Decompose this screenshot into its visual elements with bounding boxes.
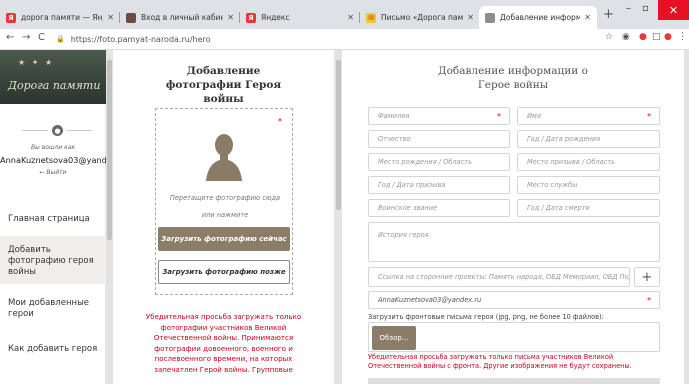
window-close-icon[interactable]: ✕ bbox=[658, 0, 689, 20]
required-asterisk: * bbox=[647, 112, 651, 121]
menu-dots-icon[interactable]: ⋮ bbox=[678, 32, 687, 42]
tab-close-icon[interactable]: ✕ bbox=[584, 13, 591, 22]
drop-hint: Перетащите фотографию сюда bbox=[169, 194, 281, 202]
tab-close-icon[interactable]: ✕ bbox=[467, 13, 474, 22]
photo-panel-title: Добавление фотографии Героя войны bbox=[165, 65, 282, 105]
sidebar-item-my-heroes[interactable]: Мои добавленные герои bbox=[0, 296, 106, 320]
logged-in-label: Вы вошли как bbox=[30, 144, 76, 151]
tab-title: Яндекс bbox=[261, 13, 290, 22]
upload-now-button[interactable]: Загрузить фотографию сейчас bbox=[158, 227, 290, 251]
reload-icon[interactable]: C bbox=[38, 32, 45, 43]
photo-panel-scrollbar[interactable] bbox=[336, 60, 341, 210]
rank-field[interactable]: Воинское звание bbox=[368, 199, 510, 217]
yandex-favicon-icon: Я bbox=[246, 12, 256, 23]
required-asterisk: * bbox=[497, 112, 501, 121]
required-asterisk: * bbox=[278, 117, 282, 126]
url-field[interactable]: 🔒 https://foto.pamyat-naroda.ru/hero bbox=[56, 31, 586, 47]
sidebar-item-how-to[interactable]: Как добавить героя bbox=[0, 344, 106, 355]
tab-close-icon[interactable]: ✕ bbox=[347, 13, 354, 22]
logout-link[interactable]: ← Выйти bbox=[0, 169, 106, 176]
photo-drop-zone[interactable]: * Перетащите фотографию сюда или нажмите… bbox=[155, 108, 293, 295]
mail-favicon-icon: ✉ bbox=[366, 12, 376, 23]
name-field[interactable]: Имя * bbox=[517, 107, 660, 125]
service-place-field[interactable]: Место службы bbox=[517, 176, 660, 194]
site-favicon-icon bbox=[126, 12, 136, 23]
add-link-plus-icon[interactable]: + bbox=[634, 267, 660, 287]
birth-date-field[interactable]: Год / Дата рождения bbox=[517, 130, 660, 148]
death-date-field[interactable]: Год / Дата смерти bbox=[517, 199, 660, 217]
tab-title: Вход в личный кабинет bbox=[141, 13, 224, 22]
gutter bbox=[684, 50, 689, 384]
history-textarea[interactable]: История героя bbox=[368, 222, 660, 262]
address-bar: ← → C 🔒 https://foto.pamyat-naroda.ru/he… bbox=[0, 29, 689, 50]
browser-tab[interactable]: Я Яндекс ✕ bbox=[240, 6, 360, 29]
yandex-favicon-icon: Я bbox=[6, 12, 16, 23]
sidebar-item-add-photo[interactable]: Добавить фотографию героя войны bbox=[0, 236, 106, 284]
surname-field[interactable]: Фамилия * bbox=[368, 107, 510, 125]
draft-place-field[interactable]: Место призыва / Область bbox=[517, 153, 660, 171]
browse-button[interactable]: Обзор... bbox=[372, 326, 416, 350]
browser-tab-bar: Я дорога памяти — Яндекс: нашл ✕ Вход в … bbox=[0, 0, 689, 29]
person-silhouette-icon bbox=[206, 134, 242, 181]
required-asterisk: * bbox=[647, 296, 651, 305]
links-field[interactable]: Ссылка на сторонние проекты: Память наро… bbox=[368, 267, 630, 287]
stars-icon: ★ ✦ ★ bbox=[18, 58, 55, 67]
search-icon[interactable]: ◉ bbox=[622, 32, 630, 42]
maximize-icon[interactable]: ▫ bbox=[642, 3, 649, 14]
new-tab-plus-icon[interactable]: + bbox=[603, 8, 614, 22]
tab-title: Письмо «Дорога памяти» — Ян bbox=[381, 13, 464, 22]
site-logo[interactable]: ★ ✦ ★ Дорога памяти bbox=[0, 50, 106, 104]
tab-close-icon[interactable]: ✕ bbox=[107, 13, 114, 22]
minimize-icon[interactable]: – bbox=[626, 3, 631, 14]
profile-avatar-icon[interactable]: ● bbox=[664, 32, 672, 42]
letters-warning: Убедительная просьба загружать только пи… bbox=[368, 353, 632, 370]
sidebar: ★ ✦ ★ Дорога памяти ● Вы вошли как AnnaK… bbox=[0, 50, 117, 384]
patronymic-field[interactable]: Отчество bbox=[368, 130, 510, 148]
email-field[interactable]: AnnaKuznetsova03@yandex.ru * bbox=[368, 291, 660, 309]
bookmark-star-icon[interactable]: ☆ bbox=[605, 32, 613, 42]
username: AnnaKuznetsova03@yandex bbox=[0, 155, 117, 165]
site-favicon-icon bbox=[485, 12, 495, 23]
info-panel-title: Добавление информации о Герое войны bbox=[438, 65, 588, 91]
browser-tab[interactable]: ✉ Письмо «Дорога памяти» — Ян ✕ bbox=[360, 6, 480, 29]
sidebar-item-home[interactable]: Главная страница bbox=[0, 214, 106, 225]
forward-arrow-icon[interactable]: → bbox=[22, 32, 30, 43]
browser-tab-active[interactable]: Добавление информации о Ге ✕ bbox=[479, 6, 597, 29]
photo-warning: Убедительная просьба загружать только фо… bbox=[145, 312, 302, 374]
browser-tab[interactable]: Вход в личный кабинет ✕ bbox=[120, 6, 240, 29]
draft-year-field[interactable]: Год / Дата призыва bbox=[368, 176, 510, 194]
info-panel: Добавление информации о Герое войны Фами… bbox=[342, 50, 684, 384]
photo-panel: Добавление фотографии Героя войны * Пере… bbox=[113, 50, 334, 384]
back-arrow-icon[interactable]: ← bbox=[6, 32, 14, 43]
lock-icon: 🔒 bbox=[56, 35, 65, 43]
upload-later-button[interactable]: Загрузить фотографию позже bbox=[158, 260, 290, 284]
tab-close-icon[interactable]: ✕ bbox=[227, 13, 234, 22]
sidebar-scrollbar[interactable] bbox=[107, 60, 112, 240]
letters-upload-label: Загрузить фронтовые письма героя (jpg, p… bbox=[368, 313, 604, 321]
tab-title: дорога памяти — Яндекс: нашл bbox=[21, 13, 103, 22]
pinterest-extension-icon[interactable]: ● bbox=[639, 32, 647, 42]
browser-tab[interactable]: Я дорога памяти — Яндекс: нашл ✕ bbox=[0, 6, 120, 29]
tab-title: Добавление информации о Ге bbox=[500, 13, 581, 22]
birth-place-field[interactable]: Место рождения / Область bbox=[368, 153, 510, 171]
logo-text: Дорога памяти bbox=[8, 79, 101, 92]
extension-icon[interactable]: □ bbox=[652, 32, 661, 42]
next-block-edge bbox=[368, 378, 660, 384]
or-click-hint: или нажмите bbox=[201, 211, 249, 219]
letters-upload-box[interactable]: Обзор... bbox=[368, 322, 660, 352]
url-text: https://foto.pamyat-naroda.ru/hero bbox=[70, 34, 211, 44]
user-avatar-icon: ● bbox=[52, 125, 63, 136]
